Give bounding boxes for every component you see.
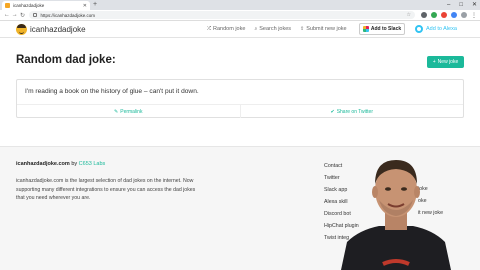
back-icon[interactable]: ←: [3, 12, 11, 18]
extension-icon[interactable]: [431, 12, 438, 18]
footer-heading: icanhazdadjoke.com by C653 Labs: [16, 161, 105, 167]
footer-description: icanhazdadjoke.com is the largest select…: [16, 178, 196, 201]
extension-icon[interactable]: [441, 12, 448, 18]
browser-tab-bar: icanhazdadjoke ✕ + – □ ✕: [0, 0, 480, 10]
link-icon: ✎: [114, 108, 119, 115]
joke-card-footer: ✎ Permalink ✔ Share on Twitter: [17, 104, 463, 118]
minimize-icon[interactable]: –: [447, 0, 450, 10]
search-icon: ⌕: [254, 26, 258, 32]
lock-icon: [33, 13, 38, 17]
close-tab-icon[interactable]: ✕: [83, 3, 87, 9]
nav-label: Search jokes: [259, 26, 292, 32]
upload-icon: ⇪: [300, 26, 305, 32]
joke-text: I'm reading a book on the history of glu…: [25, 88, 199, 95]
shuffle-icon: ⤮: [207, 26, 212, 32]
nav-label: Random joke: [213, 26, 246, 32]
site-header: icanhazdadjoke ⤮ Random joke ⌕ Search jo…: [0, 21, 480, 38]
url-input[interactable]: https://icanhazdadjoke.com ☆: [29, 11, 416, 19]
favicon-icon: [5, 3, 10, 8]
brand-name[interactable]: icanhazdadjoke: [30, 25, 86, 34]
extension-icon[interactable]: [421, 12, 428, 18]
add-to-slack-button[interactable]: Add to Slack: [359, 23, 405, 35]
nav-random-joke[interactable]: ⤮ Random joke: [207, 26, 245, 32]
window-controls: – □ ✕: [447, 0, 477, 10]
url-text: https://icanhazdadjoke.com: [40, 12, 95, 18]
menu-icon[interactable]: ⋮: [471, 12, 477, 19]
logo-icon[interactable]: [16, 24, 27, 35]
add-to-alexa-link[interactable]: Add to Alexa: [415, 25, 457, 33]
browser-tab[interactable]: icanhazdadjoke ✕: [2, 1, 90, 10]
slack-button-label: Add to Slack: [370, 26, 402, 32]
forward-icon[interactable]: →: [11, 12, 19, 18]
main-nav: ⤮ Random joke ⌕ Search jokes ⇪ Submit ne…: [207, 26, 356, 32]
new-joke-button[interactable]: + New joke: [427, 56, 464, 68]
tab-title: icanhazdadjoke: [13, 3, 45, 8]
share-twitter-link[interactable]: ✔ Share on Twitter: [239, 105, 464, 118]
slack-icon: [362, 26, 369, 32]
extension-icons: ⋮: [421, 12, 477, 19]
alexa-icon: [415, 25, 423, 33]
address-bar-row: ← → ↻ https://icanhazdadjoke.com ☆ ⋮: [0, 10, 480, 21]
permalink-label: Permalink: [120, 108, 143, 115]
joke-card: I'm reading a book on the history of glu…: [16, 79, 464, 118]
page-title: Random dad joke:: [16, 54, 116, 66]
nav-label: Submit new joke: [306, 26, 347, 32]
footer-by: by: [71, 161, 78, 167]
reload-icon[interactable]: ↻: [19, 12, 27, 19]
close-window-icon[interactable]: ✕: [472, 0, 477, 10]
footer-company-link[interactable]: C653 Labs: [79, 161, 106, 167]
permalink-link[interactable]: ✎ Permalink: [17, 105, 240, 118]
share-twitter-label: Share on Twitter: [336, 108, 374, 115]
nav-submit-joke[interactable]: ⇪ Submit new joke: [300, 26, 347, 32]
new-joke-label: New joke: [437, 59, 459, 65]
presenter-image: [341, 160, 451, 270]
footer-site-name: icanhazdadjoke.com: [16, 161, 70, 167]
new-tab-icon[interactable]: +: [93, 1, 97, 9]
twitter-icon: ✔: [330, 108, 335, 115]
bookmark-star-icon[interactable]: ☆: [407, 12, 411, 18]
nav-search-jokes[interactable]: ⌕ Search jokes: [254, 26, 291, 32]
alexa-label: Add to Alexa: [426, 26, 457, 32]
profile-icon[interactable]: [461, 12, 468, 18]
extension-icon[interactable]: [451, 12, 458, 18]
plus-icon: +: [432, 59, 436, 65]
maximize-icon[interactable]: □: [459, 0, 463, 10]
webcam-presenter: [339, 154, 453, 270]
